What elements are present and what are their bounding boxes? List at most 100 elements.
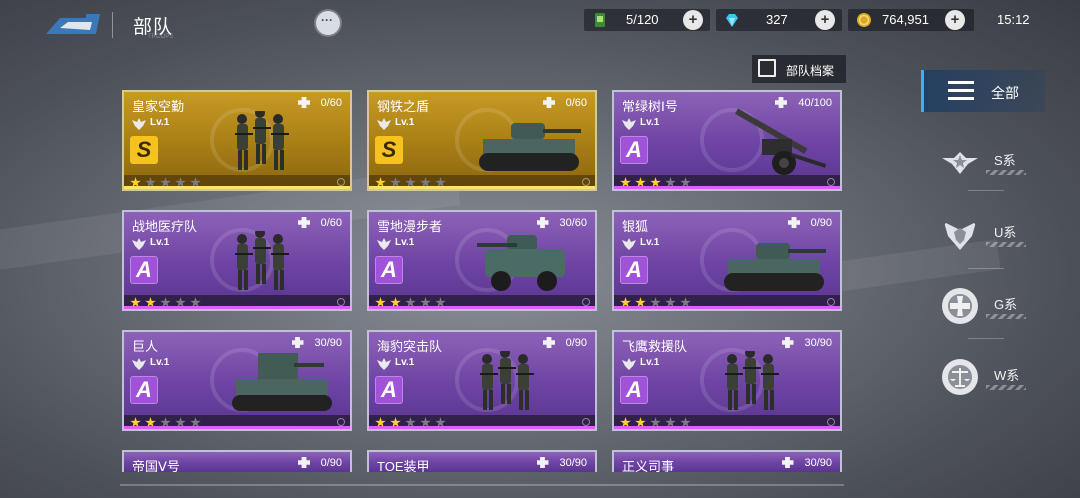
filter-divider [968,338,1004,339]
diamond-resource: 327 + [716,9,842,31]
add-coin-button[interactable]: + [945,10,965,30]
scroll-track[interactable] [120,484,844,486]
diamond-value: 327 [766,12,788,27]
card-glow [614,426,840,429]
troop-name: 常绿树Ⅰ号 [622,99,678,114]
shield-wings-icon [622,238,636,250]
soldiers-illustration [480,351,534,410]
soldiers-illustration [235,231,289,290]
fragment-icon [781,457,794,468]
card-glow [614,186,840,189]
filter-w-series[interactable]: W系 [938,357,1034,397]
coin-value: 764,951 [882,12,929,27]
filter-g-series[interactable]: G系 [938,286,1034,326]
shield-wings-icon [377,118,391,130]
soldiers-illustration [235,111,289,170]
add-diamond-button[interactable]: + [815,10,835,30]
level-badge: Lv.1 [132,357,169,370]
diamond-icon [726,14,738,27]
star-wings-emblem-icon [942,152,978,174]
troop-card[interactable]: 巨人 30/90 Lv.1 A [122,330,352,431]
troop-name: 正义司事 [622,459,675,472]
troop-card[interactable]: 钢铁之盾 0/60 Lv.1 S [367,90,597,191]
scales-emblem-icon [942,359,978,395]
level-text: Lv.1 [150,117,170,128]
troop-name: 皇家空勤 [132,99,185,114]
troop-name: 飞鹰救援队 [622,339,688,354]
level-badge: Lv.1 [622,357,660,370]
level-badge: Lv.1 [377,117,415,130]
iron-cross-emblem-icon [942,288,978,324]
troop-card[interactable]: 常绿树Ⅰ号 40/100 Lv.1 A [612,90,842,191]
filter-decoration [986,242,1026,247]
filter-all-label: 全部 [991,85,1019,101]
filter-g-label: G系 [994,297,1018,312]
troop-name: 海豹突击队 [377,339,443,354]
coin-icon [857,13,871,27]
fragment-icon [298,97,310,108]
title-separator [112,12,113,38]
shield-wings-icon [377,238,391,250]
add-energy-button[interactable]: + [683,10,703,30]
fragment-count: 0/90 [810,217,832,229]
troop-card[interactable]: 战地医疗队 0/60 Lv.1 A [122,210,352,311]
card-info-dot [337,418,345,426]
rank-badge: A [620,256,648,284]
fragment-count: 0/60 [320,97,342,109]
fragment-count: 30/60 [559,217,587,229]
troop-card[interactable]: 雪地漫步者 30/60 Lv.1 A [367,210,597,311]
shield-wings-icon [132,238,146,250]
troop-card[interactable]: 帝国Ⅴ号 0/90 [122,450,352,472]
level-text: Lv.1 [395,117,415,128]
fragment-count: 0/60 [320,217,342,229]
troop-archive-button[interactable]: 部队档案 [752,55,846,83]
filter-w-label: W系 [994,368,1020,383]
card-info-dot [582,178,590,186]
chat-icon[interactable] [316,11,340,35]
fragment-icon [788,217,800,228]
filter-s-series[interactable]: S系 [938,142,1034,182]
level-text: Lv.1 [640,117,660,128]
shield-wings-icon [377,358,391,370]
level-badge: Lv.1 [377,357,414,370]
fragment-icon [298,457,310,468]
fragment-icon [291,337,304,348]
card-info-dot [337,178,345,186]
level-text: Lv.1 [150,237,170,248]
card-info-dot [827,418,835,426]
energy-icon [595,13,605,27]
troop-name: 钢铁之盾 [377,99,430,114]
troop-card[interactable]: 银狐 0/90 Lv.1 A [612,210,842,311]
shield-wings-icon [132,358,146,370]
rank-badge: A [375,256,403,284]
card-glow [369,426,595,429]
card-glow [369,186,595,189]
shield-wings-icon [132,118,146,130]
tank-illustration [479,123,581,171]
filter-u-series[interactable]: U系 [938,214,1034,254]
filter-decoration [986,314,1026,319]
troop-card[interactable]: TOE装甲 30/90 [367,450,597,472]
rank-badge: A [375,376,403,404]
coin-resource: 764,951 + [848,9,974,31]
level-badge: Lv.1 [377,237,414,250]
troop-card[interactable]: 海豹突击队 0/90 Lv.1 A [367,330,597,431]
card-glow [124,186,350,189]
soldiers-illustration [725,351,779,410]
card-glow [124,426,350,429]
fragment-icon [543,97,555,108]
troop-card[interactable]: 皇家空勤 0/60 Lv.1 S [122,90,352,191]
rank-badge: S [130,136,158,164]
troop-card[interactable]: 飞鹰救援队 30/90 Lv.1 A [612,330,842,431]
filter-all[interactable]: 全部 [924,70,1045,112]
fragment-icon [536,457,549,468]
level-text: Lv.1 [640,357,660,368]
troop-name: 战地医疗队 [132,219,198,234]
troop-card[interactable]: 正义司事 30/90 [612,450,842,472]
troop-name: TOE装甲 [377,459,430,472]
fragment-icon [781,337,794,348]
shield-wings-icon [622,358,636,370]
filter-divider [968,268,1004,269]
rank-badge: S [375,136,403,164]
back-logo-icon[interactable] [46,14,100,34]
